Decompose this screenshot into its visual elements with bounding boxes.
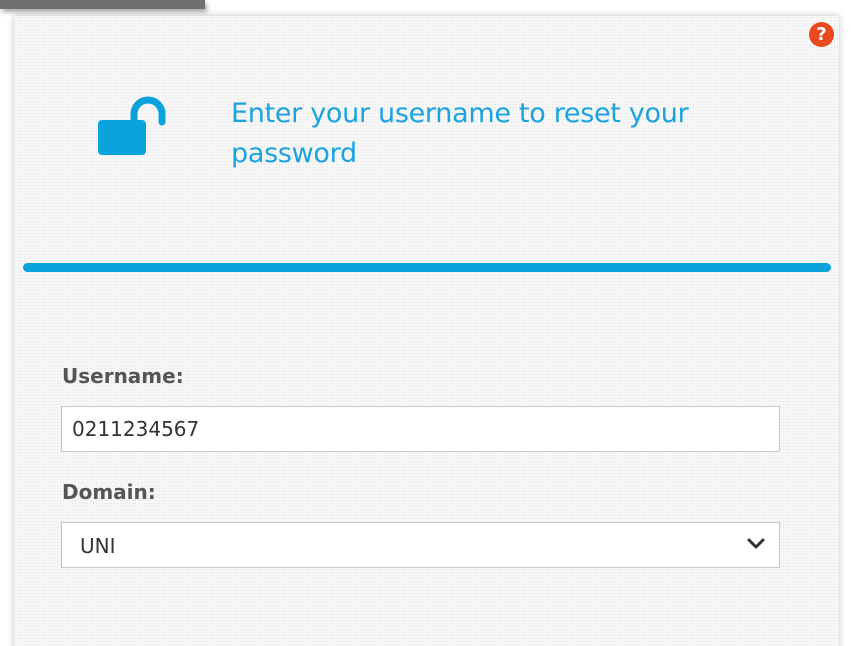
reset-password-page: ? Enter your username to reset your pass… (0, 0, 853, 646)
top-tab-fragment (0, 0, 205, 9)
username-label: Username: (62, 364, 184, 388)
domain-selected-value: UNI (80, 534, 116, 558)
unlocked-padlock-icon (98, 96, 166, 155)
header-divider (23, 263, 831, 272)
page-title: Enter your username to reset your passwo… (231, 98, 689, 169)
domain-select[interactable]: UNI (61, 522, 780, 568)
chevron-down-icon (747, 538, 765, 549)
help-icon[interactable]: ? (809, 22, 834, 47)
username-input[interactable] (61, 406, 780, 452)
domain-label: Domain: (62, 480, 156, 504)
